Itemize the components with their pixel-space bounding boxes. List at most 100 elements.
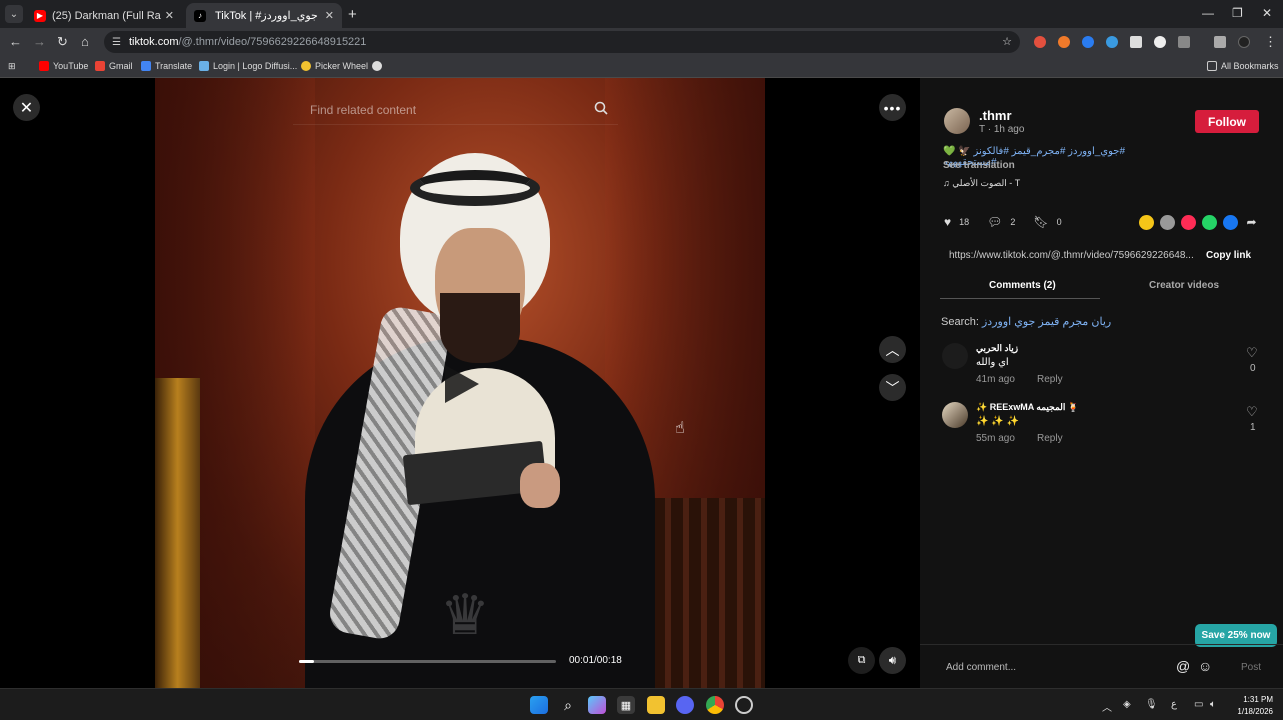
like-button[interactable]: ♥ 18 xyxy=(944,215,969,229)
tab-title: (25) Darkman (Full Range Mix) xyxy=(52,9,161,22)
comment-author[interactable]: ✨ REExwMA المجيمه 🍹 xyxy=(976,402,1079,413)
volume-icon[interactable]: 🔊︎ xyxy=(879,647,906,674)
discord-icon[interactable] xyxy=(676,696,694,714)
play-icon[interactable] xyxy=(445,365,479,403)
bookmark-label: All Bookmarks xyxy=(1221,61,1279,71)
mention-icon[interactable]: @ xyxy=(1176,658,1190,674)
tab-youtube[interactable]: ▶ (25) Darkman (Full Range Mix) ✕ xyxy=(26,3,182,28)
reply-button[interactable]: Reply xyxy=(1037,433,1063,444)
related-search-input[interactable]: Find related content xyxy=(293,95,618,125)
extension-icon[interactable] xyxy=(1058,36,1070,48)
embed-icon[interactable] xyxy=(1160,215,1175,230)
comment-like-icon[interactable]: ♡ xyxy=(1246,345,1258,361)
comment-search-suggestion[interactable]: Search: ريان مجرم قيمز جوي اووردز xyxy=(941,315,1111,328)
tab-comments[interactable]: Comments (2) xyxy=(989,280,1056,291)
apps-grid-icon[interactable]: ⊞ xyxy=(8,61,16,72)
search-placeholder: Find related content xyxy=(310,102,417,117)
profile-avatar[interactable] xyxy=(1238,36,1250,48)
avatar[interactable] xyxy=(942,402,968,428)
copilot-tray-icon[interactable]: ◈ xyxy=(1123,699,1131,710)
video-progress-bar[interactable] xyxy=(299,660,556,663)
chrome-icon[interactable] xyxy=(706,696,724,714)
previous-video-icon[interactable]: ︿ xyxy=(879,336,906,363)
file-explorer-icon[interactable] xyxy=(647,696,665,714)
like-count: 18 xyxy=(959,217,970,227)
see-translation-link[interactable]: See translation xyxy=(943,160,1015,171)
close-icon[interactable]: ✕ xyxy=(13,94,40,121)
app-icon[interactable] xyxy=(735,696,753,714)
send-to-friends-icon[interactable] xyxy=(1181,215,1196,230)
reload-icon[interactable]: ↻ xyxy=(57,34,68,50)
minimize-icon[interactable]: — xyxy=(1202,6,1214,20)
windows-start-icon[interactable] xyxy=(530,696,548,714)
trophy-left xyxy=(155,378,200,688)
bookmark-gmail[interactable]: Gmail xyxy=(95,61,133,71)
forward-icon[interactable]: → xyxy=(33,34,46,49)
extension-icon[interactable] xyxy=(1082,36,1094,48)
picture-in-picture-icon[interactable]: ⧉ xyxy=(848,647,875,674)
bookmark-picker-wheel[interactable]: Picker Wheel xyxy=(301,61,368,71)
speaker-icon[interactable]: 🔈︎ xyxy=(1210,699,1216,710)
bookmark-logo-diffusion[interactable]: Login | Logo Diffusi... xyxy=(199,61,297,71)
bookmark-icon: 🔖︎ xyxy=(1033,215,1049,229)
share-arrow-icon[interactable]: ➦ xyxy=(1244,215,1259,230)
media-control-icon[interactable] xyxy=(1214,36,1226,48)
globe-icon[interactable] xyxy=(372,61,386,71)
comment-button[interactable]: 💬︎ 2 xyxy=(987,215,1015,229)
avatar[interactable] xyxy=(944,108,970,134)
reply-button[interactable]: Reply xyxy=(1037,374,1063,385)
new-tab-button[interactable]: + xyxy=(348,6,357,23)
store-icon[interactable]: ▦ xyxy=(617,696,635,714)
more-options-icon[interactable]: ••• xyxy=(879,94,906,121)
tab-tiktok[interactable]: ♪ TikTok | #جوي_اووردز ✕ xyxy=(186,3,342,28)
next-video-icon[interactable]: ﹀ xyxy=(879,374,906,401)
comment-like-icon[interactable]: ♡ xyxy=(1246,404,1258,420)
tray-overflow-icon[interactable]: ︿ xyxy=(1102,699,1112,714)
bookmark-translate[interactable]: Translate xyxy=(141,61,192,71)
video-player[interactable]: ♛ Find related content 00:01/00:18 xyxy=(155,78,765,688)
extensions-puzzle-icon[interactable] xyxy=(1178,36,1190,48)
system-clock[interactable]: 1:31 PM 1/18/2026 xyxy=(1228,694,1273,718)
follow-button[interactable]: Follow xyxy=(1195,110,1259,133)
home-icon[interactable]: ⌂ xyxy=(81,34,89,49)
window-close-icon[interactable]: ✕ xyxy=(1262,6,1272,20)
all-bookmarks[interactable]: All Bookmarks xyxy=(1207,61,1279,71)
taskbar: ⌕ ▦ ︿ ◈ 🎙︎ ع ▭ 🔈︎ 1:31 PM 1/18/2026 xyxy=(0,688,1283,720)
close-tab-icon[interactable]: ✕ xyxy=(165,9,174,22)
display-icon[interactable]: ▭ xyxy=(1194,699,1203,710)
bookmark-youtube[interactable]: YouTube xyxy=(39,61,88,71)
username[interactable]: .thmr xyxy=(979,108,1012,123)
copy-link-button[interactable]: Copy link xyxy=(1206,250,1251,261)
tab-search-button[interactable]: ⌄ xyxy=(5,5,23,23)
site-info-icon[interactable]: ☰ xyxy=(112,37,121,48)
add-comment-bar: Add comment... @ ☺ Post xyxy=(920,644,1283,688)
coin-icon[interactable] xyxy=(1139,215,1154,230)
copilot-icon[interactable] xyxy=(588,696,606,714)
close-tab-icon[interactable]: ✕ xyxy=(325,9,334,22)
gmail-icon xyxy=(95,61,105,71)
comment-author[interactable]: زياد الحربي xyxy=(976,343,1018,354)
microphone-icon[interactable]: 🎙︎ xyxy=(1145,699,1158,710)
bookmark-star-icon[interactable]: ☆ xyxy=(1002,35,1012,48)
input-language[interactable]: ع xyxy=(1171,699,1177,710)
extension-icon[interactable] xyxy=(1130,36,1142,48)
extension-icon[interactable] xyxy=(1034,36,1046,48)
address-bar[interactable]: ☰ tiktok.com/@.thmr/video/75966292266489… xyxy=(104,31,1020,53)
avatar[interactable] xyxy=(942,343,968,369)
post-button[interactable]: Post xyxy=(1241,662,1261,673)
sound-link[interactable]: ♫ الصوت الأصلي - T xyxy=(943,178,1020,189)
menu-dots-icon[interactable]: ⋮ xyxy=(1264,34,1277,50)
whatsapp-icon[interactable] xyxy=(1202,215,1217,230)
search-icon[interactable]: ⌕ xyxy=(559,696,577,714)
back-icon[interactable]: ← xyxy=(9,34,22,49)
extension-icon[interactable] xyxy=(1106,36,1118,48)
tab-creator-videos[interactable]: Creator videos xyxy=(1149,280,1219,291)
extension-icon[interactable] xyxy=(1154,36,1166,48)
save-button[interactable]: 🔖︎ 0 xyxy=(1033,215,1061,229)
search-icon[interactable] xyxy=(594,101,608,115)
video-time: 00:01/00:18 xyxy=(569,655,622,666)
maximize-icon[interactable]: ❐ xyxy=(1232,6,1243,20)
facebook-icon[interactable] xyxy=(1223,215,1238,230)
emoji-icon[interactable]: ☺ xyxy=(1198,658,1212,674)
add-comment-input[interactable]: Add comment... xyxy=(946,662,1016,673)
